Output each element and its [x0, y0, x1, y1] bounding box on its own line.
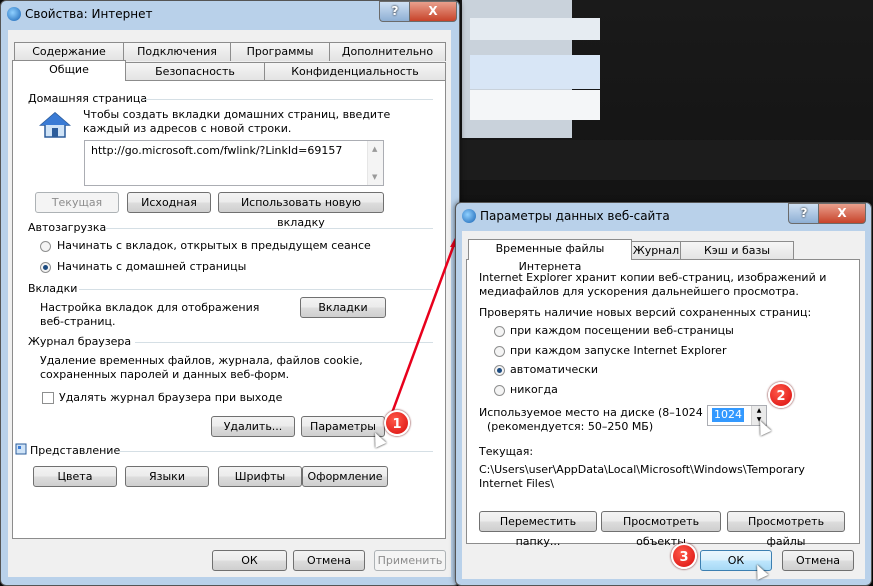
- blurred-region: [470, 18, 600, 40]
- option-automatic-label: автоматически: [510, 363, 599, 376]
- startup-previous-session-radio[interactable]: [40, 241, 51, 252]
- radio-never[interactable]: [494, 385, 505, 396]
- blurred-region: [470, 90, 600, 120]
- dialog-title: Параметры данных веб-сайта: [480, 209, 670, 223]
- view-files-button[interactable]: Просмотреть файлы: [727, 511, 845, 548]
- history-desc-line1: Удаление временных файлов, журнала, файл…: [40, 354, 363, 367]
- history-header: Журнал браузера: [28, 335, 132, 348]
- step-marker-2: 2: [768, 382, 794, 408]
- textarea-scrollbar[interactable]: ▲ ▼: [367, 141, 383, 185]
- disk-space-label-line2: (рекомендуется: 50–250 МБ): [487, 420, 654, 433]
- fonts-button[interactable]: Шрифты: [218, 466, 302, 487]
- home-icon: [38, 111, 72, 139]
- website-data-settings-dialog: Параметры данных веб-сайта ? X Временные…: [455, 202, 872, 586]
- dialog-settings-icon: [462, 209, 476, 223]
- tab-history[interactable]: Журнал: [631, 241, 681, 260]
- radio-automatic[interactable]: [494, 365, 505, 376]
- current-location-label: Текущая:: [479, 445, 534, 458]
- current-page-button[interactable]: Текущая: [35, 192, 119, 213]
- option-never-label: никогда: [510, 383, 558, 396]
- radio-every-start[interactable]: [494, 346, 505, 357]
- ok-button[interactable]: ОК: [212, 550, 287, 571]
- home-url-value: http://go.microsoft.com/fwlink/?LinkId=6…: [91, 144, 343, 157]
- stepper-up-icon[interactable]: ▲: [751, 406, 766, 415]
- step-marker-3: 3: [671, 543, 697, 569]
- tabs-desc-line1: Настройка вкладок для отображения: [40, 301, 260, 314]
- delete-history-on-exit-checkbox[interactable]: [42, 392, 54, 404]
- tabs-desc-line2: веб-страниц.: [40, 315, 116, 328]
- colors-button[interactable]: Цвета: [33, 466, 117, 487]
- startup-header: Автозагрузка: [28, 221, 107, 234]
- blurred-region: [460, 140, 873, 180]
- history-desc-line2: сохраненных паролей и данных веб-форм.: [40, 368, 290, 381]
- disk-space-label-line1: Используемое место на диске (8–1024 МБ): [479, 406, 728, 419]
- tabs-header: Вкладки: [28, 282, 78, 295]
- current-path-line2: Internet Files\: [479, 477, 555, 490]
- tab-cache-databases[interactable]: Кэш и базы данных: [680, 241, 794, 275]
- window-title: Свойства: Интернет: [25, 7, 153, 21]
- dialog-help-button[interactable]: ?: [788, 203, 820, 224]
- default-page-button[interactable]: Исходная: [127, 192, 211, 213]
- step-marker-1: 1: [384, 410, 410, 436]
- blurred-region: [470, 55, 600, 89]
- delete-history-button[interactable]: Удалить...: [211, 416, 295, 437]
- help-button[interactable]: ?: [379, 1, 411, 22]
- dialog-close-button[interactable]: X: [818, 203, 866, 224]
- current-path-line1: C:\Users\user\AppData\Local\Microsoft\Wi…: [479, 463, 805, 476]
- design-button[interactable]: Оформление: [302, 466, 388, 487]
- startup-opt1-label: Начинать с вкладок, открытых в предыдуще…: [57, 239, 371, 252]
- option-every-start-label: при каждом запуске Internet Explorer: [510, 344, 727, 357]
- home-desc-line1: Чтобы создать вкладки домашних страниц, …: [83, 108, 391, 121]
- startup-opt2-label: Начинать с домашней страницы: [57, 260, 247, 273]
- radio-every-visit[interactable]: [494, 326, 505, 337]
- apply-button[interactable]: Применить: [374, 550, 446, 571]
- tab-advanced[interactable]: Дополнительно: [329, 42, 446, 61]
- tab-connections[interactable]: Подключения: [123, 42, 231, 61]
- tab-content[interactable]: Содержание: [14, 42, 124, 61]
- move-folder-button[interactable]: Переместить папку...: [479, 511, 597, 548]
- tab-temporary-files[interactable]: Временные файлы Интернета: [468, 239, 632, 273]
- home-desc-line2: каждый из адресов с новой строки.: [83, 122, 292, 135]
- appearance-icon: [15, 443, 27, 455]
- option-every-visit-label: при каждом посещении веб-страницы: [510, 324, 734, 337]
- dialog-desc-line2: медиафайлов для ускорения дальнейшего пр…: [479, 285, 799, 298]
- ie-settings-icon: [7, 7, 21, 21]
- tab-security[interactable]: Безопасность: [125, 62, 265, 81]
- close-button[interactable]: X: [409, 1, 457, 22]
- view-objects-button[interactable]: Просмотреть объекты: [601, 511, 721, 548]
- appearance-header: Представление: [30, 444, 121, 457]
- dialog-client: Временные файлы Интернета Журнал Кэш и б…: [462, 231, 865, 579]
- delete-history-label: Удалять журнал браузера при выходе: [59, 391, 283, 404]
- tab-programs[interactable]: Программы: [230, 42, 330, 61]
- dialog-cancel-button[interactable]: Отмена: [782, 550, 854, 571]
- home-page-header: Домашняя страница: [28, 92, 148, 105]
- temporary-files-page: Internet Explorer хранит копии веб-стран…: [466, 259, 860, 548]
- startup-home-page-radio[interactable]: [40, 262, 51, 273]
- divider: [118, 451, 433, 452]
- scroll-up-icon: ▲: [372, 145, 378, 153]
- use-new-tab-button[interactable]: Использовать новую вкладку: [218, 192, 384, 229]
- scroll-down-icon: ▼: [372, 173, 378, 181]
- home-url-textarea[interactable]: http://go.microsoft.com/fwlink/?LinkId=6…: [84, 140, 384, 186]
- languages-button[interactable]: Языки: [125, 466, 209, 487]
- check-versions-label: Проверять наличие новых версий сохраненн…: [479, 306, 812, 319]
- tab-general[interactable]: Общие: [12, 60, 126, 81]
- tabs-settings-button[interactable]: Вкладки: [300, 297, 386, 318]
- tab-privacy[interactable]: Конфиденциальность: [264, 62, 446, 81]
- cancel-button[interactable]: Отмена: [293, 550, 365, 571]
- divider: [143, 99, 433, 100]
- disk-space-value: 1024: [712, 408, 744, 422]
